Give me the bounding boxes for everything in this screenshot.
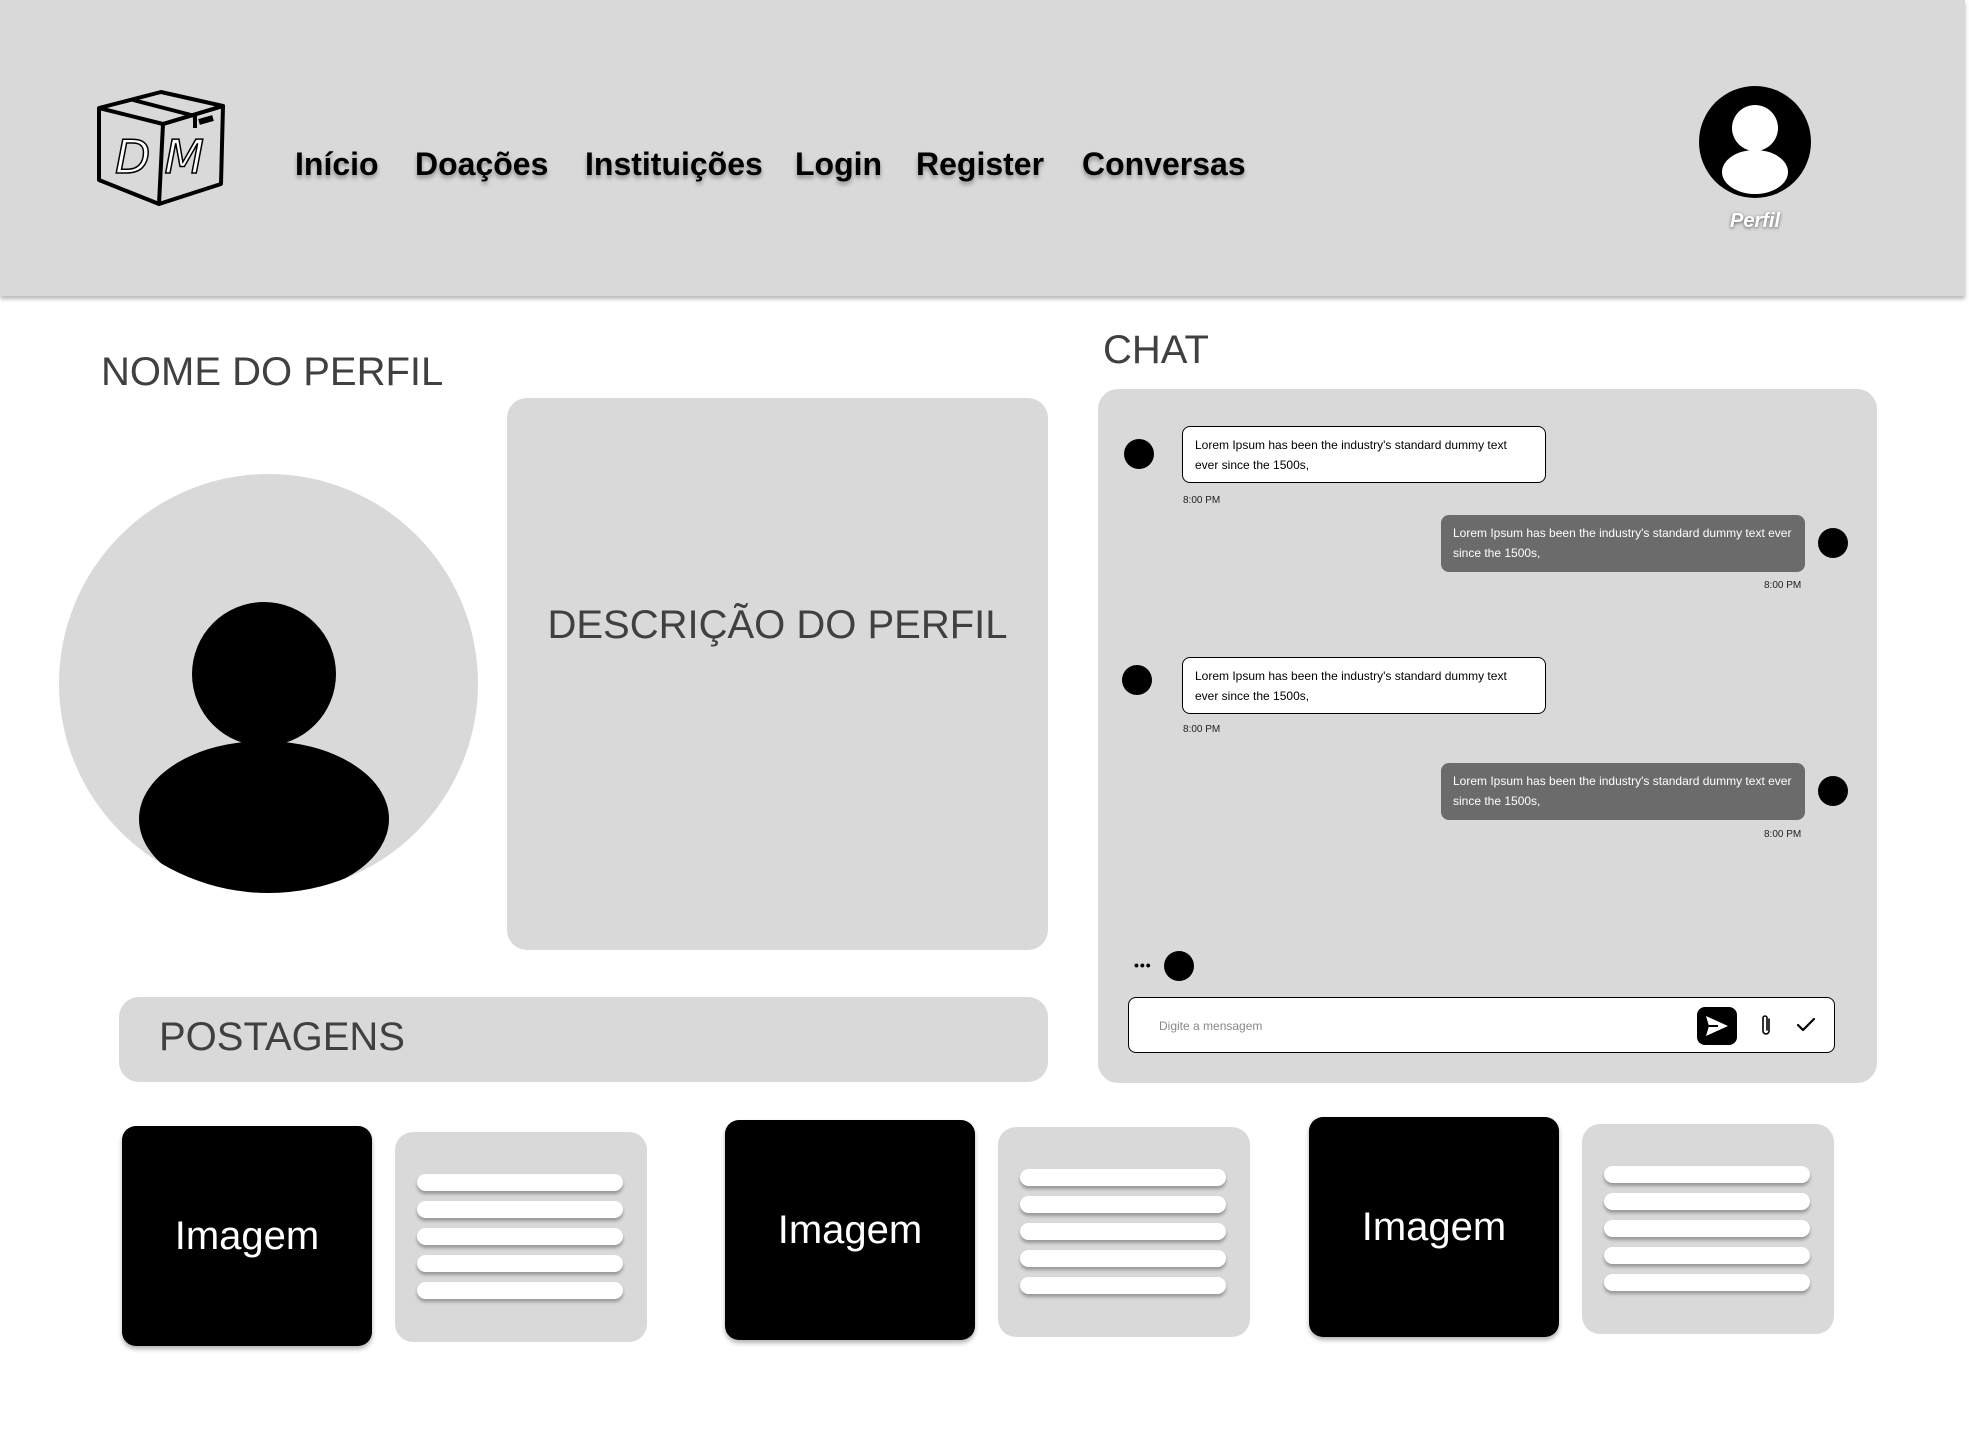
logo-box-icon[interactable]: DM bbox=[95, 88, 227, 208]
typing-indicator: ••• bbox=[1134, 957, 1152, 973]
user-icon bbox=[1722, 105, 1788, 194]
nav-conversas[interactable]: Conversas bbox=[1082, 146, 1246, 183]
profile-name: NOME DO PERFIL bbox=[101, 350, 444, 394]
text-placeholder-line bbox=[417, 1228, 623, 1245]
posts-title: POSTAGENS bbox=[159, 1015, 405, 1059]
message-bubble-received: Lorem Ipsum has been the industry's stan… bbox=[1182, 657, 1546, 714]
post-image-label: Imagem bbox=[1361, 1204, 1507, 1249]
profile-description: DESCRIÇÃO DO PERFIL bbox=[547, 603, 1008, 647]
text-placeholder-line bbox=[1020, 1223, 1226, 1240]
logo-letters: DM bbox=[114, 129, 219, 185]
text-placeholder-line bbox=[1604, 1193, 1810, 1210]
profile-photo bbox=[59, 474, 478, 893]
text-placeholder-line bbox=[417, 1255, 623, 1272]
user-silhouette-icon bbox=[139, 602, 389, 893]
contact-avatar bbox=[1124, 439, 1154, 469]
send-icon bbox=[1706, 1016, 1728, 1036]
text-placeholder-line bbox=[417, 1174, 623, 1191]
text-placeholder-line bbox=[1604, 1166, 1810, 1183]
post-image[interactable]: Imagem bbox=[122, 1126, 372, 1346]
confirm-button[interactable] bbox=[1791, 1010, 1821, 1040]
nav-register[interactable]: Register bbox=[916, 146, 1044, 183]
message-composer bbox=[1128, 997, 1835, 1053]
text-placeholder-line bbox=[417, 1282, 623, 1299]
post-image-label: Imagem bbox=[174, 1213, 320, 1258]
message-time: 8:00 PM bbox=[1764, 829, 1802, 840]
message-time: 8:00 PM bbox=[1183, 724, 1221, 735]
text-placeholder-line bbox=[1020, 1196, 1226, 1213]
attach-button[interactable] bbox=[1751, 1010, 1781, 1040]
post-text-card[interactable] bbox=[395, 1132, 647, 1342]
nav-instituicoes[interactable]: Instituições bbox=[585, 146, 763, 183]
post-image-label: Imagem bbox=[777, 1207, 923, 1252]
text-placeholder-line bbox=[1020, 1169, 1226, 1186]
message-time: 8:00 PM bbox=[1764, 580, 1802, 591]
text-placeholder-line bbox=[1604, 1274, 1810, 1291]
checkmark-icon bbox=[1796, 1017, 1816, 1032]
message-bubble-sent: Lorem Ipsum has been the industry's stan… bbox=[1441, 515, 1805, 572]
top-navbar: DM Início Doações Instituições Login Reg… bbox=[0, 0, 1965, 296]
post-image[interactable]: Imagem bbox=[1309, 1117, 1559, 1337]
nav-doacoes[interactable]: Doações bbox=[415, 146, 548, 183]
user-avatar bbox=[1818, 776, 1848, 806]
text-placeholder-line bbox=[1020, 1250, 1226, 1267]
contact-avatar bbox=[1164, 951, 1194, 981]
profile-label[interactable]: Perfil bbox=[1700, 210, 1810, 233]
send-button[interactable] bbox=[1697, 1007, 1737, 1045]
message-bubble-sent: Lorem Ipsum has been the industry's stan… bbox=[1441, 763, 1805, 820]
chat-title: CHAT bbox=[1103, 328, 1209, 372]
nav-inicio[interactable]: Início bbox=[295, 146, 379, 183]
message-time: 8:00 PM bbox=[1183, 495, 1221, 506]
text-placeholder-line bbox=[417, 1201, 623, 1218]
contact-avatar bbox=[1122, 665, 1152, 695]
message-input[interactable] bbox=[1157, 1012, 1681, 1040]
post-image[interactable]: Imagem bbox=[725, 1120, 975, 1340]
nav-login[interactable]: Login bbox=[795, 146, 882, 183]
post-text-card[interactable] bbox=[998, 1127, 1250, 1337]
message-bubble-received: Lorem Ipsum has been the industry's stan… bbox=[1182, 426, 1546, 483]
post-text-card[interactable] bbox=[1582, 1124, 1834, 1334]
text-placeholder-line bbox=[1604, 1220, 1810, 1237]
user-avatar bbox=[1818, 528, 1848, 558]
paperclip-icon bbox=[1762, 1015, 1770, 1035]
text-placeholder-line bbox=[1604, 1247, 1810, 1264]
posts-header: POSTAGENS bbox=[119, 997, 1048, 1082]
chat-panel bbox=[1098, 389, 1877, 1083]
profile-description-card: DESCRIÇÃO DO PERFIL bbox=[507, 398, 1048, 950]
profile-avatar-button[interactable] bbox=[1699, 86, 1811, 198]
text-placeholder-line bbox=[1020, 1277, 1226, 1294]
